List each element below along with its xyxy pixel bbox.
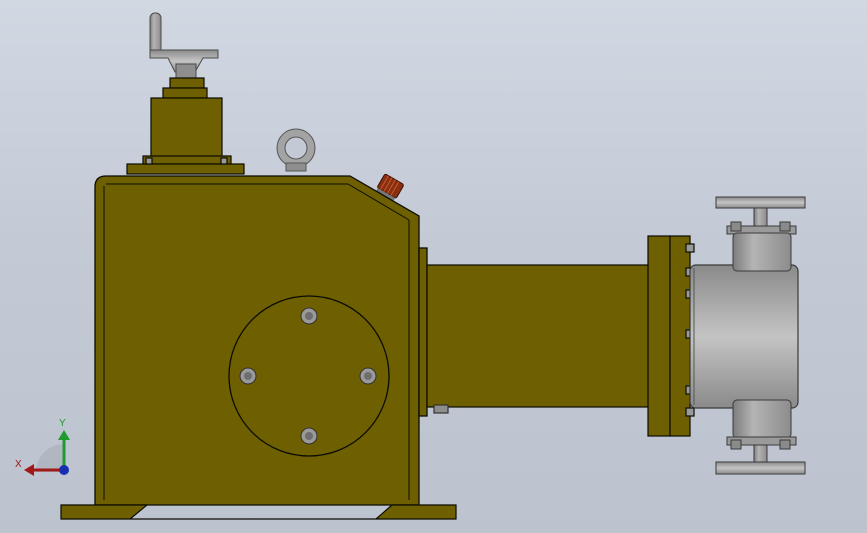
plunger-tube [426,264,650,414]
cover-bolt [359,367,377,385]
z-axis-dot [59,465,69,475]
cover-bolt [300,427,318,445]
y-axis-label: Y [59,418,66,429]
base-plate [60,504,457,520]
adjuster-housing [126,77,245,175]
axis-triad: Y X [15,418,70,476]
suction-flange [715,399,806,475]
lifting-eye-icon [276,128,316,172]
cover-bolt [300,307,318,325]
x-axis-label: X [15,459,22,470]
mounting-flange [647,235,695,437]
pump-head [689,264,799,409]
discharge-flange [715,196,806,272]
cad-viewport[interactable]: Y X [0,0,867,533]
bearing-cover [228,295,390,457]
pump-drawing: Y X [15,12,806,520]
cover-bolt [239,367,257,385]
handwheel-icon [149,12,219,81]
